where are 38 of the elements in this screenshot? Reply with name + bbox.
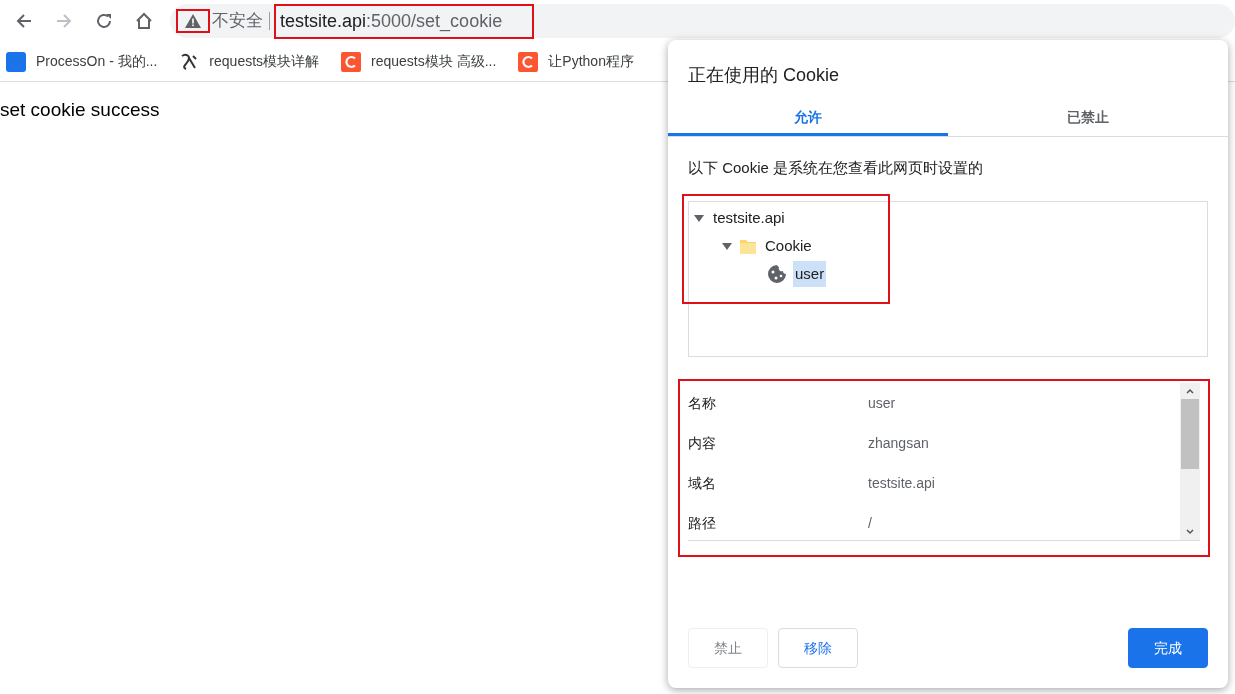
collapse-arrow-icon[interactable] [721,240,733,252]
done-button[interactable]: 完成 [1128,628,1208,668]
field-label: 域名 [688,473,717,493]
collapse-arrow-icon[interactable] [693,212,705,224]
bookmark-link[interactable]: requests模块 高级... [371,51,497,72]
bookmark-link[interactable]: 让Python程序 [548,51,634,72]
field-label: 内容 [688,433,717,453]
scroll-down-icon[interactable] [1185,527,1195,537]
tree-item[interactable]: testsite.api [711,204,787,232]
folder-icon [739,237,757,255]
warning-icon[interactable] [184,13,202,29]
field-value: / [868,513,872,533]
scroll-up-icon[interactable] [1185,386,1195,396]
c-logo-icon [518,51,539,72]
tree-item[interactable]: user [793,260,827,288]
c-logo-icon [341,51,362,72]
bookmark-link[interactable]: requests模块详解 [209,51,320,72]
description-text: 以下 Cookie 是系统在您查看此网页时设置的 [687,158,985,178]
scrollbar[interactable] [1180,383,1200,540]
home-icon[interactable] [135,12,153,30]
field-value: testsite.api [868,473,935,493]
reload-icon[interactable] [95,12,113,30]
tab[interactable]: 允许 [668,100,948,136]
field-label: 名称 [688,393,717,413]
back-icon[interactable] [15,12,33,30]
url-text[interactable]: testsite.api:5000/set_cookie [276,5,533,37]
field-value: zhangsan [868,433,929,453]
site-icon [6,51,26,72]
bookmark-link[interactable]: ProcessOn - 我的... [36,51,158,72]
cookie-icon [767,264,787,284]
page-text: set cookie success [0,98,160,122]
tree-item[interactable]: Cookie [763,232,814,260]
tab[interactable]: 已禁止 [948,100,1228,136]
dialog-title: 正在使用的 Cookie [687,64,841,87]
field-value: user [868,393,896,413]
action-button[interactable]: 移除 [778,628,858,668]
security-label[interactable]: 不安全 [212,8,263,34]
field-label: 路径 [688,513,717,533]
